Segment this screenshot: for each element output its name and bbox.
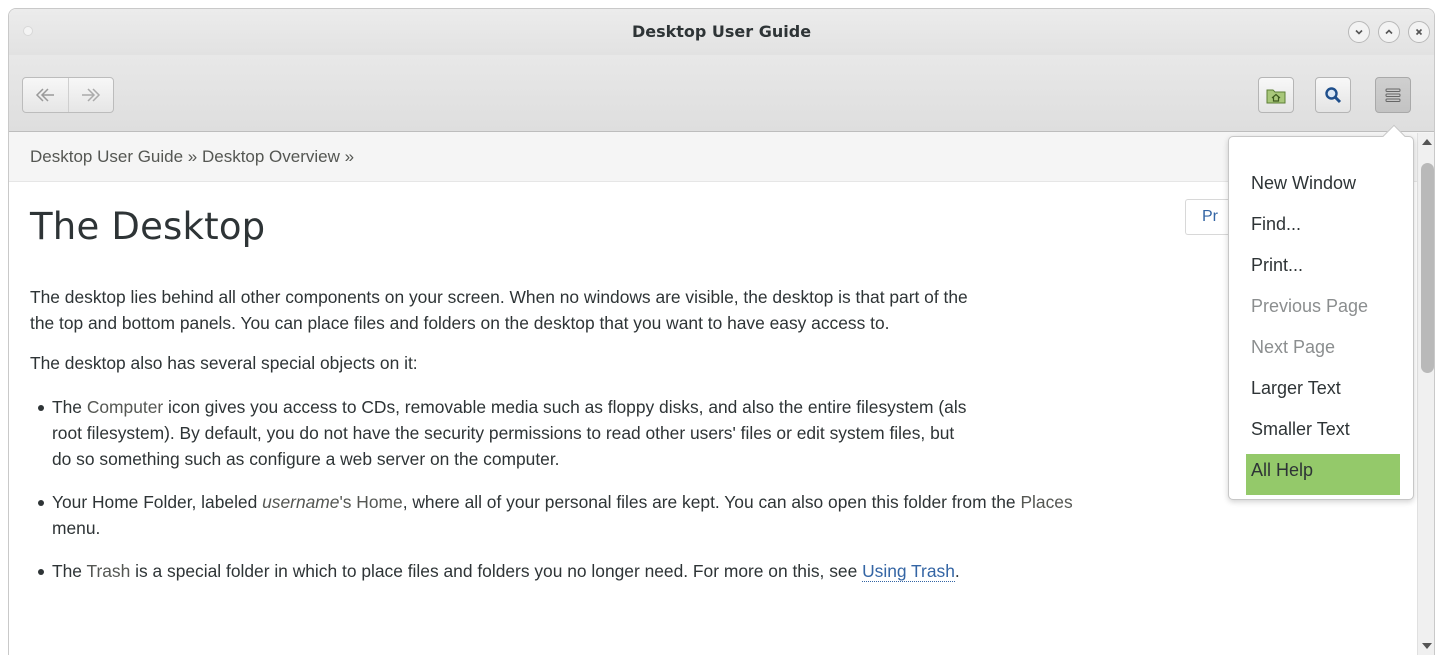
vertical-scrollbar[interactable] [1417,133,1434,655]
help-window: Desktop User Guide Desktop User Guide » … [8,8,1435,655]
paragraph-line: the top and bottom panels. You can place… [30,313,890,333]
gui-term: Computer [86,397,164,417]
forward-arrow-icon [81,88,100,102]
menu-item-find[interactable]: Find... [1246,208,1400,249]
menu-item-print[interactable]: Print... [1246,249,1400,290]
menu-item-all-help[interactable]: All Help [1246,454,1400,495]
toolbar [9,55,1434,132]
list-text: . [954,561,960,581]
list-item: Your Home Folder, labeled username's Hom… [38,489,1073,515]
list-text: The [52,561,87,581]
forward-button[interactable] [67,78,114,112]
menu-item-previous-page: Previous Page [1251,296,1369,316]
breadcrumb[interactable]: Desktop User Guide » Desktop Overview » [9,132,1434,182]
window-controls [1348,21,1430,43]
close-icon [1415,28,1423,36]
emphasis-text: username [262,492,340,512]
chevron-down-icon [1355,29,1363,35]
menu-item-smaller-text[interactable]: Smaller Text [1246,413,1400,454]
chevron-up-icon [1385,29,1393,35]
list-text: The [52,397,87,417]
page-title: The Desktop [30,205,266,248]
gui-term: Trash [86,561,131,581]
list-item-line: root filesystem). By default, you do not… [52,423,955,443]
navigation-group [22,77,114,113]
title-bar[interactable]: Desktop User Guide [9,9,1434,55]
paragraph-line: The desktop lies behind all other compon… [30,287,968,307]
list-text: , where all of your personal files are k… [402,492,1021,512]
back-arrow-icon [36,88,55,102]
list-text: is a special folder in which to place fi… [130,561,863,581]
home-button[interactable] [1258,77,1294,113]
gui-term: Places [1020,492,1073,512]
back-button[interactable] [23,78,68,112]
scroll-down-icon[interactable] [1422,643,1432,649]
menu-item-larger-text[interactable]: Larger Text [1246,372,1400,413]
hamburger-menu-icon [1385,88,1401,102]
scroll-up-icon[interactable] [1422,139,1432,145]
minimize-button[interactable] [1348,21,1370,43]
close-button[interactable] [1408,21,1430,43]
window-title: Desktop User Guide [631,22,812,41]
magnifier-icon [1325,87,1342,104]
list-item-line: menu. [52,518,101,538]
scroll-thumb[interactable] [1421,163,1434,373]
folder-home-icon [1266,89,1286,104]
maximize-button[interactable] [1378,21,1400,43]
search-button[interactable] [1315,77,1351,113]
paragraph: The desktop also has several special obj… [30,353,418,373]
menu-item-next-page: Next Page [1251,337,1336,357]
list-item: The Computer icon gives you access to CD… [37,394,967,420]
list-text: icon gives you access to CDs, removable … [163,397,967,417]
using-trash-link[interactable]: Using Trash [862,561,955,582]
menu-button[interactable] [1375,77,1411,113]
gui-term: 's Home [339,492,403,512]
list-item-line: do so something such as configure a web … [52,449,560,469]
menu-item-new-window[interactable]: New Window [1246,167,1400,208]
list-item: The Trash is a special folder in which t… [38,558,960,584]
app-menu-popover: New Window Find... Print... Previous Pag… [1228,124,1414,500]
list-text: Your Home Folder, labeled [52,492,263,512]
